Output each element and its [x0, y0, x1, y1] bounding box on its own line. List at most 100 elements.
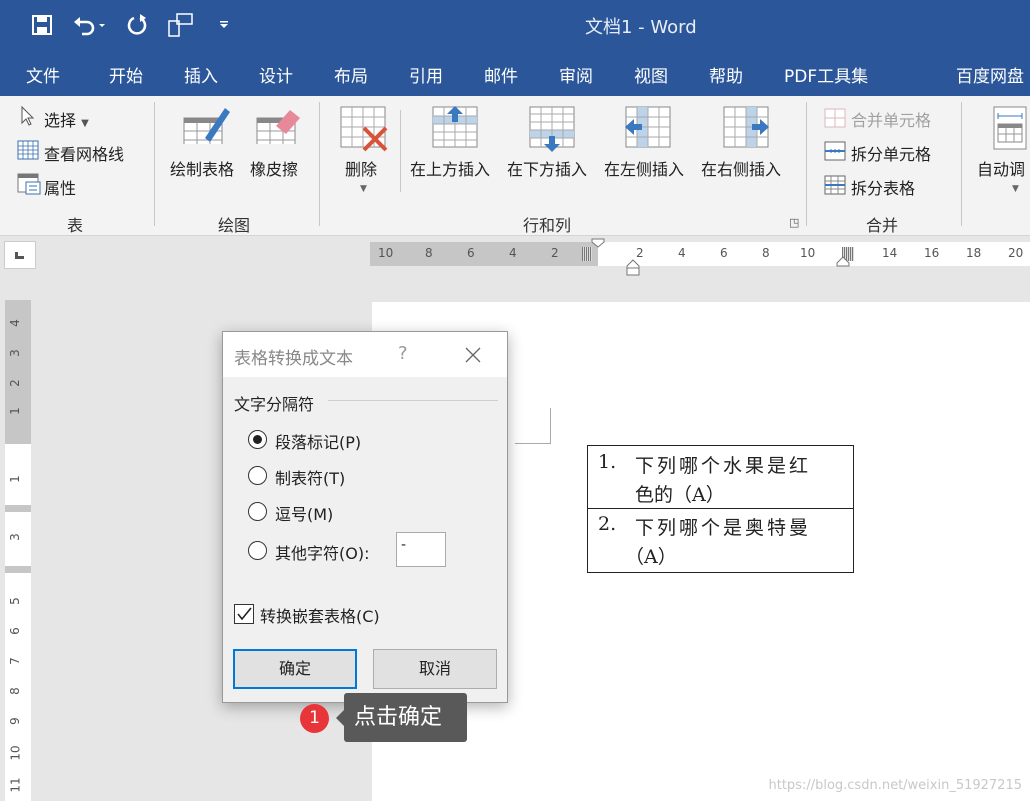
group-divider — [319, 102, 320, 226]
autofit-icon[interactable] — [993, 106, 1027, 150]
eraser-icon[interactable] — [256, 104, 302, 144]
title-bar: 文档1 - Word — [0, 0, 1030, 52]
ruler-number: 18 — [966, 246, 982, 260]
ruler-number: 6 — [467, 246, 475, 260]
checkbox-label: 转换嵌套表格(C) — [260, 607, 380, 626]
delete-table-icon[interactable] — [340, 106, 388, 152]
other-character-input[interactable]: - — [396, 532, 446, 567]
select-button[interactable]: 选择 ▼ — [44, 107, 89, 131]
insert-right-icon[interactable] — [723, 106, 769, 148]
tab-design[interactable]: 设计 — [259, 62, 293, 87]
radio-paragraph-mark[interactable] — [248, 430, 267, 449]
tab-mailings[interactable]: 邮件 — [484, 62, 518, 87]
horizontal-ruler[interactable]: 10 8 6 4 2 2 4 6 8 10 14 16 18 20 — [370, 238, 1030, 276]
ruler-number: 2 — [7, 379, 22, 387]
dialog-launcher-icon[interactable]: ◳ — [789, 216, 799, 229]
insert-above-icon[interactable] — [432, 106, 478, 148]
view-gridlines-button[interactable]: 查看网格线 — [44, 141, 124, 165]
table-row[interactable]: 2. 下列哪个是奥特曼 （A） — [588, 509, 853, 572]
cancel-button[interactable]: 取消 — [373, 649, 497, 689]
radio-other[interactable] — [248, 541, 267, 560]
save-icon[interactable] — [31, 14, 53, 36]
column-marker[interactable] — [582, 247, 592, 261]
watermark: https://blog.csdn.net/weixin_51927215 — [768, 778, 1022, 793]
ribbon: 选择 ▼ 查看网格线 属性 表 绘制表格 橡皮擦 绘图 删除 ▼ 在上方插入 在… — [0, 96, 1030, 236]
tab-layout[interactable]: 布局 — [334, 62, 368, 87]
merge-cells-button[interactable]: 合并单元格 — [851, 107, 931, 131]
cell-text: 色的（A） — [635, 484, 725, 506]
tab-insert[interactable]: 插入 — [184, 62, 218, 87]
document-table[interactable]: 1. 下列哪个水果是红 色的（A） 2. 下列哪个是奥特曼 （A） — [587, 445, 854, 573]
ruler-number: 6 — [7, 627, 22, 635]
radio-label: 其他字符(O): — [275, 544, 370, 563]
customize-icon[interactable] — [218, 20, 230, 30]
chevron-down-icon: ▼ — [360, 184, 367, 194]
chevron-down-icon: ▼ — [1012, 184, 1019, 194]
split-cells-button[interactable]: 拆分单元格 — [851, 141, 931, 165]
section-label: 文字分隔符 — [234, 395, 315, 414]
draw-table-icon[interactable] — [183, 104, 231, 144]
radio-tab[interactable] — [248, 466, 267, 485]
tab-view[interactable]: 视图 — [634, 62, 668, 87]
radio-label: 段落标记(P) — [275, 433, 362, 452]
radio-label: 逗号(M) — [275, 505, 334, 524]
ruler-number: 10 — [800, 246, 816, 260]
tab-help[interactable]: 帮助 — [709, 62, 743, 87]
tab-home[interactable]: 开始 — [109, 62, 143, 87]
cursor-icon — [21, 105, 35, 126]
ruler-number: 1 — [7, 407, 22, 415]
group-divider — [154, 102, 155, 226]
autofit-button[interactable]: 自动调 — [977, 156, 1025, 180]
row-marker[interactable] — [5, 566, 31, 573]
ruler-number: 11 — [8, 777, 23, 793]
tab-file[interactable]: 文件 — [26, 62, 60, 87]
checkmark-icon — [237, 607, 252, 621]
tab-selector[interactable] — [4, 241, 36, 269]
ok-button[interactable]: 确定 — [233, 649, 357, 689]
redo-icon[interactable] — [126, 13, 148, 37]
insert-left-button[interactable]: 在左侧插入 — [604, 156, 684, 180]
undo-icon[interactable] — [72, 14, 108, 36]
properties-icon — [17, 173, 41, 195]
group-divider — [806, 102, 807, 226]
dialog-title-bar[interactable]: 表格转换成文本 ? — [223, 332, 507, 377]
dialog-title: 表格转换成文本 — [234, 349, 353, 369]
insert-below-button[interactable]: 在下方插入 — [507, 156, 587, 180]
nested-tables-checkbox[interactable] — [234, 604, 254, 624]
delete-button[interactable]: 删除 — [345, 156, 377, 180]
insert-above-button[interactable]: 在上方插入 — [410, 156, 490, 180]
split-table-button[interactable]: 拆分表格 — [851, 175, 915, 199]
cell-text: 下列哪个是奥特曼 — [635, 517, 812, 539]
hanging-indent-marker[interactable] — [626, 258, 640, 276]
row-marker[interactable] — [5, 505, 31, 512]
eraser-button[interactable]: 橡皮擦 — [250, 156, 298, 180]
help-button[interactable]: ? — [398, 343, 408, 364]
first-line-indent-marker[interactable] — [591, 238, 605, 248]
ruler-number: 8 — [762, 246, 770, 260]
tab-references[interactable]: 引用 — [409, 62, 443, 87]
touch-mode-icon[interactable] — [168, 13, 194, 37]
section-divider — [328, 400, 498, 401]
radio-comma[interactable] — [248, 502, 267, 521]
convert-table-to-text-dialog: 表格转换成文本 ? 文字分隔符 段落标记(P) 制表符(T) 逗号(M) 其他字… — [222, 331, 508, 703]
vertical-ruler[interactable]: 4 3 2 1 1 3 5 6 7 8 9 10 11 — [5, 300, 31, 801]
ruler-number: 6 — [720, 246, 728, 260]
tab-baidu-netdisk[interactable]: 百度网盘 — [956, 62, 1024, 87]
merge-cells-icon — [824, 108, 846, 128]
split-table-icon — [824, 175, 846, 195]
right-indent-marker[interactable] — [836, 256, 850, 268]
insert-right-button[interactable]: 在右侧插入 — [701, 156, 781, 180]
table-row[interactable]: 1. 下列哪个水果是红 色的（A） — [588, 446, 853, 509]
tab-pdf-tools[interactable]: PDF工具集 — [784, 62, 868, 87]
tab-review[interactable]: 审阅 — [559, 62, 593, 87]
insert-below-icon[interactable] — [529, 106, 575, 152]
ruler-number: 8 — [7, 687, 22, 695]
list-number: 1. — [598, 451, 617, 473]
ruler-number: 14 — [882, 246, 898, 260]
draw-table-button[interactable]: 绘制表格 — [170, 156, 234, 180]
annotation-tooltip: 点击确定 — [344, 693, 467, 742]
close-icon[interactable] — [464, 346, 482, 364]
properties-button[interactable]: 属性 — [44, 175, 76, 199]
group-label-rows-columns: 行和列 — [523, 216, 572, 235]
insert-left-icon[interactable] — [625, 106, 671, 148]
